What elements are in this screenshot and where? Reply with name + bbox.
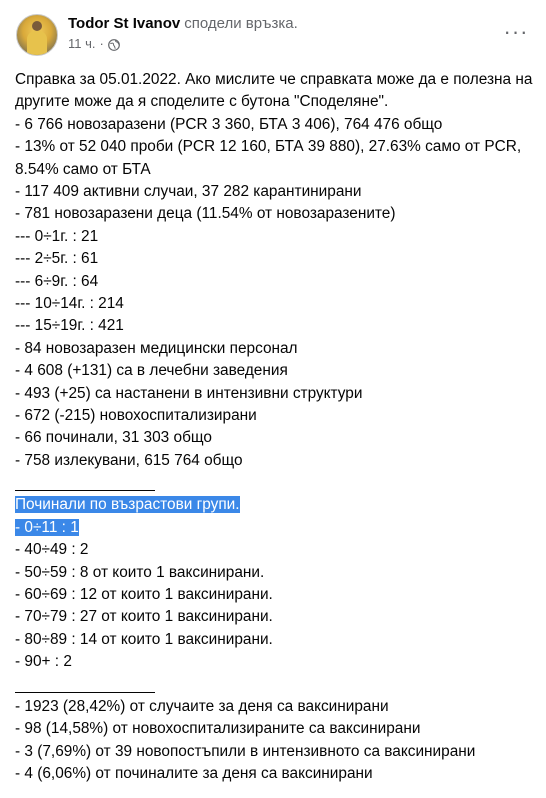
stat-line: - 4 608 (+131) са в лечебни заведения — [15, 362, 288, 380]
death-age-line: - 70÷79 : 27 от които 1 ваксинирани. — [15, 608, 273, 626]
stat-line: - 117 409 активни случаи, 37 282 каранти… — [15, 183, 362, 201]
death-age-line: - 90+ : 2 — [15, 653, 72, 671]
stat-line: - 493 (+25) са настанени в интензивни ст… — [15, 384, 363, 402]
more-options-button[interactable]: ··· — [502, 18, 530, 46]
stat-line: --- 6÷9г. : 64 — [15, 272, 99, 290]
stat-line: - 758 излекувани, 615 764 общо — [15, 451, 243, 469]
stat-line: - 781 новозаразени деца (11.54% от новоз… — [15, 205, 396, 223]
vaccinated-line: - 1923 (28,42%) от случаите за деня са в… — [15, 698, 389, 715]
death-age-line: - 50÷59 : 8 от които 1 ваксинирани. — [15, 563, 265, 581]
post-header: Todor St Ivanov сподели връзка. 11 ч. · ·… — [16, 12, 532, 60]
deaths-first-line: - 0÷11 : 1 — [15, 517, 535, 539]
post-text: Справка за 05.01.2022. Ако мислите че сп… — [15, 69, 535, 786]
deaths-header: Починали по възрастови групи. — [15, 496, 240, 514]
stat-line: --- 2÷5г. : 61 — [15, 250, 99, 268]
death-age-line: - 80÷89 : 14 от които 1 ваксинирани. — [15, 630, 273, 648]
avatar-torso — [27, 31, 47, 55]
stat-line: - 672 (-215) новохоспитализирани — [15, 406, 257, 424]
vaccinated-line: - 3 (7,69%) от 39 новопостъпили в интенз… — [15, 742, 476, 760]
post-meta: 11 ч. · — [68, 35, 120, 52]
deaths-header-line: Починали по възрастови групи. — [15, 494, 535, 516]
stat-line: --- 10÷14г. : 214 — [15, 294, 124, 312]
section-divider — [15, 472, 535, 494]
stat-line: --- 15÷19г. : 421 — [15, 317, 124, 335]
avatar-head — [32, 21, 42, 31]
globe-icon[interactable] — [107, 38, 120, 51]
stat-line: - 13% от 52 040 проби (PCR 12 160, БТА 3… — [15, 138, 522, 178]
stat-line: - 6 766 новозаразени (PCR 3 360, БТА 3 4… — [15, 115, 443, 133]
section-divider — [15, 674, 535, 696]
death-age-line: - 0÷11 : 1 — [15, 518, 79, 536]
post-action: сподели връзка. — [184, 15, 298, 32]
stat-line: - 66 починали, 31 303 общо — [15, 429, 212, 447]
author-line: Todor St Ivanov сподели връзка. — [68, 14, 298, 34]
stat-line: - 84 новозаразен медицински персонал — [15, 339, 298, 357]
author-name[interactable]: Todor St Ivanov — [68, 15, 180, 32]
avatar[interactable] — [16, 14, 58, 56]
post-time[interactable]: 11 ч. — [68, 35, 96, 52]
intro-text: Справка за 05.01.2022. Ако мислите че сп… — [15, 71, 533, 111]
stat-line: --- 0÷1г. : 21 — [15, 227, 99, 245]
vaccinated-line: - 98 (14,58%) от новохоспитализираните с… — [15, 720, 421, 738]
death-age-line: - 60÷69 : 12 от които 1 ваксинирани. — [15, 586, 273, 604]
death-age-line: - 40÷49 : 2 — [15, 541, 89, 559]
vaccinated-line: - 4 (6,06%) от починалите за деня са вак… — [15, 765, 373, 783]
meta-separator: · — [99, 36, 104, 51]
